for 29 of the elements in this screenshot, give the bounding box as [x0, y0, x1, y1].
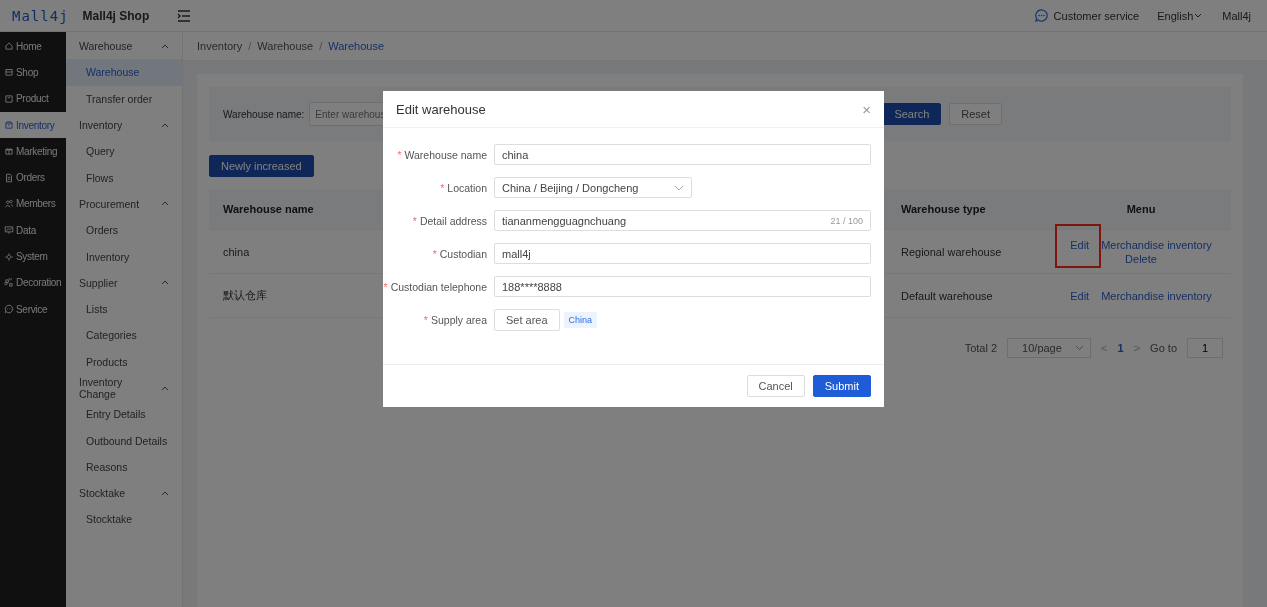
required-mark: * — [432, 247, 437, 260]
table-cell-text: 默认仓库 — [223, 288, 268, 303]
column-header: Warehouse type — [901, 203, 987, 215]
search-label: Warehouse name: — [223, 108, 305, 120]
required-mark: * — [383, 280, 388, 293]
table-cell-text: Regional warehouse — [901, 245, 1003, 258]
shop-name: Mall4j Shop — [82, 8, 150, 23]
field-label: * Location — [439, 181, 488, 194]
field-label: * Supply area — [422, 313, 488, 326]
table-cell-text: Default warehouse — [901, 289, 994, 302]
goto-label: Go to — [1150, 342, 1177, 354]
total-count: Total 2 — [964, 342, 998, 354]
area-tag: China — [563, 311, 598, 328]
column-header: Menu — [1125, 203, 1157, 215]
breadcrumb-separator: / — [319, 40, 323, 52]
dialog-title: Edit warehouse — [396, 101, 486, 117]
breadcrumb-separator: / — [248, 40, 252, 52]
required-mark: * — [397, 148, 402, 161]
logo: Mall4j — [12, 7, 69, 24]
required-mark: * — [440, 181, 445, 194]
required-mark: * — [423, 313, 428, 326]
character-counter: 21 / 100 — [830, 215, 863, 226]
field-label: * Custodian telephone — [383, 280, 488, 293]
table-cell-text: china — [223, 245, 251, 258]
field-label: * Custodian — [431, 247, 488, 260]
field-label: * Detail address — [411, 214, 488, 227]
column-header: Warehouse name — [223, 203, 315, 215]
field-label: * Warehouse name — [396, 148, 488, 161]
required-mark: * — [412, 214, 417, 227]
